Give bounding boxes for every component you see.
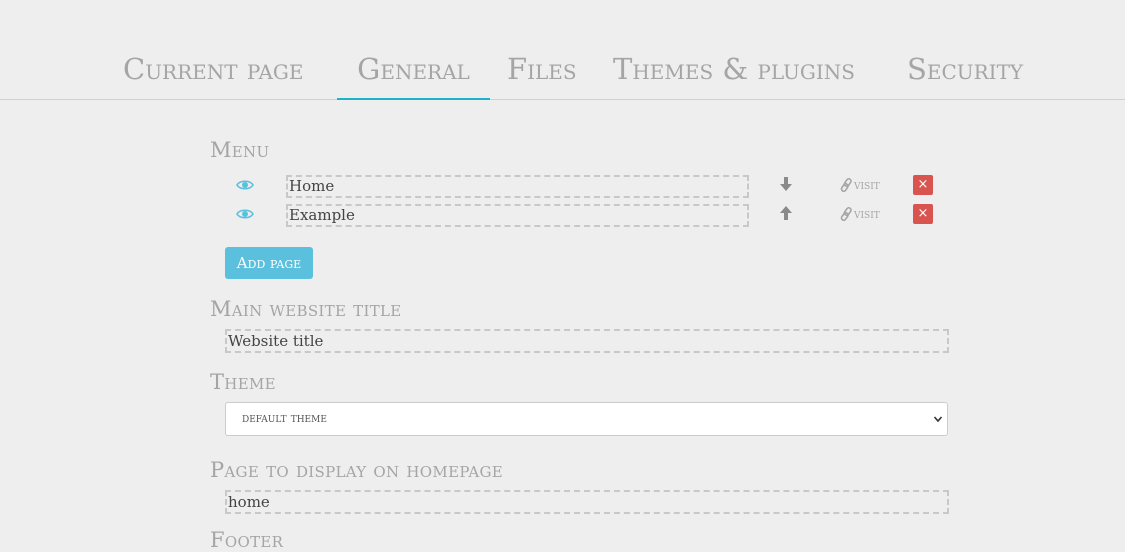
footer-section-title: Footer [210,528,284,552]
eye-icon[interactable] [236,177,254,191]
theme-section-title: Theme [210,370,276,394]
homepage-section-title: Page to display on homepage [210,458,503,482]
chevron-down-icon [933,416,943,423]
menu-item-title-input[interactable] [286,175,749,198]
menu-section-title: Menu [210,138,270,162]
link-icon [840,207,852,221]
tab-general[interactable]: General [337,52,490,100]
arrow-down-icon[interactable] [780,176,792,192]
visit-label: visit [854,206,880,222]
add-page-button[interactable]: Add page [225,247,313,279]
arrow-up-icon[interactable] [780,205,792,221]
tab-files[interactable]: Files [507,52,577,98]
tab-current-page[interactable]: Current page [123,52,303,98]
tab-security[interactable]: Security [907,52,1023,98]
homepage-input[interactable] [225,490,949,514]
theme-select-value: default theme [242,411,327,426]
website-title-input[interactable] [225,329,949,353]
menu-item-row: visit × [0,175,1125,201]
link-icon [840,178,852,192]
delete-button[interactable]: × [913,175,933,195]
visit-link[interactable]: visit [840,205,880,223]
eye-icon[interactable] [236,206,254,220]
delete-button[interactable]: × [913,204,933,224]
visit-label: visit [854,177,880,193]
settings-tabs: Current page General Files Themes & plug… [0,0,1125,100]
menu-item-title-input[interactable] [286,204,749,227]
visit-link[interactable]: visit [840,176,880,194]
tab-themes-plugins[interactable]: Themes & plugins [613,52,855,98]
website-title-section-title: Main website title [210,297,402,321]
menu-item-row: visit × [0,204,1125,230]
theme-select[interactable]: default theme [225,402,948,436]
